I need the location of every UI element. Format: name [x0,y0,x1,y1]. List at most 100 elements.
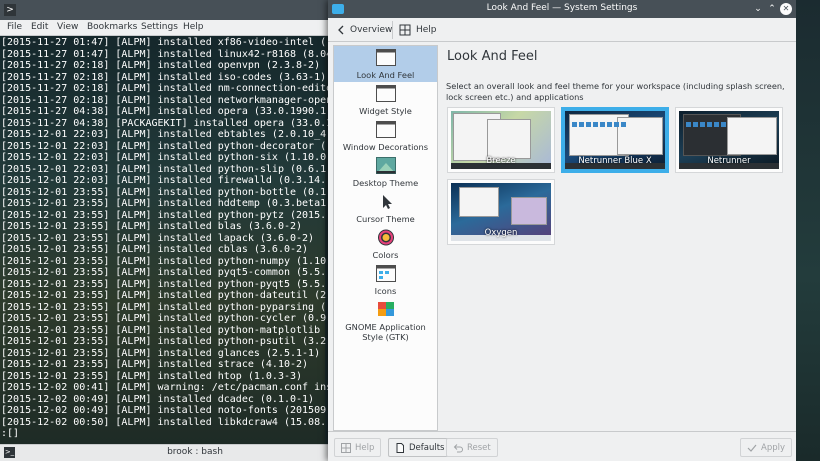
theme-netrunner[interactable]: Netrunner [675,107,783,173]
menu-view[interactable]: View [57,22,78,32]
colors-icon [378,229,394,246]
theme-label: Netrunner [707,156,751,166]
sidebar-item-widget-style[interactable]: Widget Style [334,82,437,118]
theme-label: Netrunner Blue X [578,156,652,166]
reset-label: Reset [467,442,491,453]
theme-preview: Oxygen [451,183,551,241]
sidebar-item-label: Desktop Theme [352,178,419,188]
terminal-line: [2015-11-27 02:18] [ALPM] installed open… [1,60,321,71]
sidebar-item-label: Cursor Theme [356,214,415,224]
sidebar: Look And Feel Widget Style Window Decora… [333,45,438,431]
terminal-line: [2015-12-01 22:03] [ALPM] installed ebta… [1,129,327,140]
sidebar-item-window-decorations[interactable]: Window Decorations [334,118,437,154]
sidebar-item-label: Window Decorations [342,142,429,152]
defaults-button[interactable]: Defaults [388,438,452,457]
footer-help-button[interactable]: Help [334,438,382,457]
desktop-theme-icon [376,157,396,174]
terminal-line: [2015-12-01 23:55] [ALPM] installed pyth… [1,209,327,221]
menu-file[interactable]: File [7,22,22,32]
window-titlebar[interactable]: Look And Feel — System Settings ⌄ ⌃ ✕ [328,0,796,18]
main-content: Look And Feel Select an overall look and… [439,45,796,431]
theme-oxygen[interactable]: Oxygen [447,179,555,245]
document-icon [396,442,404,453]
terminal-tabbar: >_ brook : bash [0,444,330,461]
apply-button[interactable]: Apply [740,438,792,457]
terminal-line: [2015-12-01 23:55] [ALPM] installed pyth… [1,186,327,198]
theme-preview: Breeze [451,111,551,169]
terminal-line: [2015-12-01 23:55] [ALPM] installed pyth… [1,301,327,313]
terminal-line: :[] [1,428,20,439]
toolbar-separator [392,21,393,39]
terminal-line: [2015-12-01 22:03] [ALPM] installed fire… [1,175,327,186]
terminal-line: [2015-12-01 23:55] [ALPM] installed cbla… [1,244,309,255]
checkmark-icon [747,444,757,452]
sidebar-item-label: Look And Feel [356,70,415,80]
theme-preview: Netrunner Blue X [565,111,665,169]
toolbar-help-label: Help [416,25,437,35]
terminal-line: [2015-12-01 23:55] [ALPM] installed htop… [1,370,303,382]
toolbar-help-button[interactable]: Help [394,21,442,39]
page-title: Look And Feel [447,49,538,64]
theme-label: Oxygen [484,228,518,238]
terminal-line: [2015-12-01 23:55] [ALPM] installed pyth… [1,278,327,290]
terminal-line: [2015-12-01 22:03] [ALPM] installed pyth… [1,163,327,175]
terminal-app-icon[interactable]: > [4,4,16,16]
terminal-line: [2015-11-27 02:18] [ALPM] installed iso-… [1,71,327,83]
toolbar: Overview Help [328,18,796,42]
look-and-feel-icon [376,49,396,66]
terminal-line: [2015-12-01 23:55] [ALPM] installed pyth… [1,290,327,301]
menu-edit[interactable]: Edit [31,22,48,32]
terminal-line: [2015-11-27 01:47] [ALPM] installed linu… [1,48,328,60]
sidebar-item-colors[interactable]: Colors [334,226,437,262]
sidebar-item-cursor-theme[interactable]: Cursor Theme [334,190,437,226]
sidebar-item-gtk[interactable]: GNOME Application Style (GTK) [334,298,437,346]
terminal-line: [2015-12-01 23:55] [ALPM] installed lapa… [1,232,315,244]
sidebar-item-label: Icons [374,286,397,296]
cursor-icon [383,195,392,209]
desktop-background [796,0,820,461]
sidebar-item-label: Widget Style [359,106,412,116]
terminal-line: [2015-11-27 01:47] [ALPM] installed xf86… [1,37,327,48]
terminal-line: [2015-12-01 23:55] [ALPM] installed hddt… [1,198,327,209]
terminal-line: [2015-12-01 23:55] [ALPM] installed pyth… [1,313,327,324]
terminal-line: [2015-12-02 00:41] [ALPM] warning: /etc/… [1,382,328,393]
back-arrow-icon [338,25,344,35]
theme-preview: Netrunner [679,111,779,169]
minimize-icon[interactable]: ⌄ [752,3,764,15]
overview-label: Overview [350,25,393,35]
terminal-line: [2015-11-27 04:38] [ALPM] installed oper… [1,106,327,117]
apply-label: Apply [761,442,785,453]
close-icon[interactable]: ✕ [780,3,792,15]
menu-help[interactable]: Help [183,22,204,32]
sidebar-item-desktop-theme[interactable]: Desktop Theme [334,154,437,190]
sidebar-item-look-and-feel[interactable]: Look And Feel [334,46,437,82]
help-icon [399,24,411,36]
maximize-icon[interactable]: ⌃ [766,3,778,15]
window-title: Look And Feel — System Settings [486,3,638,13]
terminal-line: [2015-12-01 23:55] [ALPM] installed pyth… [1,324,321,336]
menu-settings[interactable]: Settings [141,22,178,32]
overview-button[interactable]: Overview [332,21,397,39]
help-icon [341,442,351,453]
terminal-line: [2015-12-01 22:03] [ALPM] installed pyth… [1,152,327,163]
menu-bookmarks[interactable]: Bookmarks [87,22,137,32]
footer-help-label: Help [355,442,375,453]
terminal-tab-icon[interactable]: >_ [4,447,15,458]
terminal-tab-title[interactable]: brook : bash [60,447,330,457]
terminal-titlebar[interactable]: > [0,0,330,20]
theme-netrunner-blue-x[interactable]: Netrunner Blue X [561,107,669,173]
page-description: Select an overall look and feel theme fo… [446,81,785,102]
terminal-line: [2015-12-01 23:55] [ALPM] installed pyth… [1,336,327,347]
reset-button[interactable]: Reset [446,438,498,457]
defaults-label: Defaults [409,442,445,453]
terminal-output[interactable]: [2015-11-27 01:47] [ALPM] installed xf86… [0,36,328,444]
widget-style-icon [376,85,396,102]
sidebar-item-label: Colors [372,250,399,260]
footer: Help Defaults Reset Apply [328,431,796,461]
icons-icon [376,265,396,282]
theme-breeze[interactable]: Breeze [447,107,555,173]
terminal-line: [2015-12-01 23:55] [ALPM] installed blas… [1,221,303,232]
terminal-line: [2015-11-27 02:18] [ALPM] installed nm-c… [1,83,328,94]
gtk-icon [378,302,394,316]
sidebar-item-icons[interactable]: Icons [334,262,437,298]
